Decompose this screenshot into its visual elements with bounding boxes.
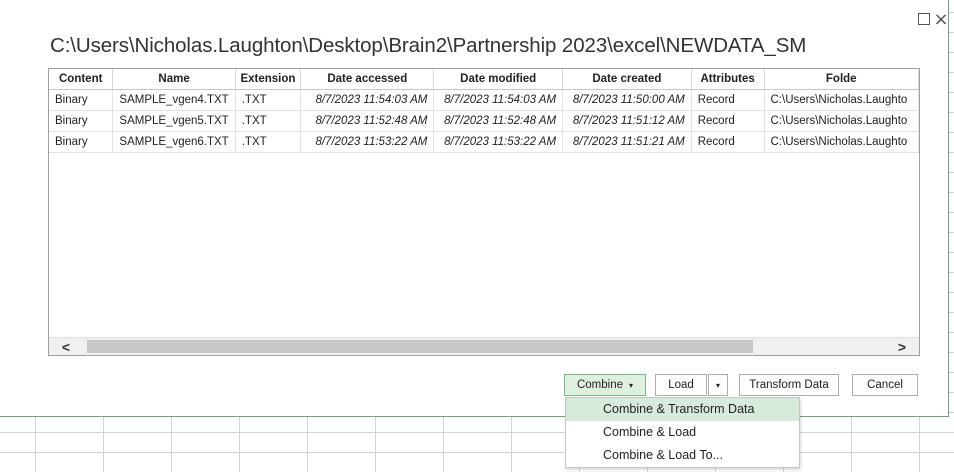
cell-extension: .TXT [235, 89, 302, 111]
column-header-date-created[interactable]: Date created [562, 69, 692, 90]
menu-item-combine-transform[interactable]: Combine & Transform Data [566, 398, 799, 421]
cell-attributes[interactable]: Record [691, 89, 765, 111]
cancel-button-label: Cancel [867, 379, 903, 391]
cell-name: SAMPLE_vgen6.TXT [112, 131, 236, 153]
file-preview-table: Content Name Extension Date accessed Dat… [48, 68, 920, 356]
scrollbar-thumb[interactable] [87, 340, 753, 353]
load-dropdown-button[interactable]: ▾ [708, 374, 728, 396]
column-header-attributes[interactable]: Attributes [691, 69, 765, 90]
maximize-icon [918, 13, 930, 25]
cell-date-modified: 8/7/2023 11:53:22 AM [433, 131, 564, 153]
cell-folder: C:\Users\Nicholas.Laughto [764, 110, 919, 132]
chevron-right-icon: > [897, 338, 907, 355]
close-icon: × [933, 8, 949, 30]
cell-folder: C:\Users\Nicholas.Laughto [764, 131, 919, 153]
table-row[interactable]: Binary SAMPLE_vgen5.TXT .TXT 8/7/2023 11… [49, 110, 919, 132]
cell-folder: C:\Users\Nicholas.Laughto [764, 89, 919, 111]
cell-date-created: 8/7/2023 11:50:00 AM [562, 89, 692, 111]
cell-attributes[interactable]: Record [691, 110, 765, 132]
cell-name: SAMPLE_vgen5.TXT [112, 110, 236, 132]
load-button[interactable]: Load [655, 374, 707, 396]
column-header-date-accessed[interactable]: Date accessed [300, 69, 435, 90]
files-table: Content Name Extension Date accessed Dat… [49, 69, 919, 153]
combine-button[interactable]: Combine ▾ [564, 374, 646, 396]
horizontal-scrollbar[interactable]: < > [49, 337, 919, 355]
cell-extension: .TXT [235, 110, 302, 132]
column-header-date-modified[interactable]: Date modified [433, 69, 564, 90]
cell-extension: .TXT [235, 131, 302, 153]
chevron-down-icon: ▾ [715, 380, 720, 390]
cell-date-created: 8/7/2023 11:51:12 AM [562, 110, 692, 132]
cell-content: Binary [49, 110, 114, 132]
folder-path-title: C:\Users\Nicholas.Laughton\Desktop\Brain… [50, 34, 807, 57]
cell-content: Binary [49, 131, 114, 153]
menu-item-combine-load-to[interactable]: Combine & Load To... [566, 444, 799, 467]
chevron-left-icon: < [61, 338, 71, 355]
table-row[interactable]: Binary SAMPLE_vgen4.TXT .TXT 8/7/2023 11… [49, 89, 919, 111]
transform-data-label: Transform Data [749, 379, 829, 391]
scroll-left-button[interactable]: < [51, 338, 81, 355]
cell-date-modified: 8/7/2023 11:54:03 AM [433, 89, 564, 111]
cell-date-accessed: 8/7/2023 11:53:22 AM [300, 131, 435, 153]
transform-data-button[interactable]: Transform Data [739, 374, 839, 396]
close-button[interactable]: × [932, 8, 950, 30]
table-row[interactable]: Binary SAMPLE_vgen6.TXT .TXT 8/7/2023 11… [49, 131, 919, 153]
column-header-name[interactable]: Name [112, 69, 236, 90]
menu-item-combine-load[interactable]: Combine & Load [566, 421, 799, 444]
cell-date-modified: 8/7/2023 11:52:48 AM [433, 110, 564, 132]
column-header-extension[interactable]: Extension [235, 69, 302, 90]
column-header-folder[interactable]: Folde [764, 69, 919, 90]
cell-attributes[interactable]: Record [691, 131, 765, 153]
cell-date-accessed: 8/7/2023 11:54:03 AM [300, 89, 435, 111]
cell-content: Binary [49, 89, 114, 111]
chevron-down-icon: ▾ [629, 380, 634, 390]
maximize-button[interactable] [915, 10, 933, 28]
navigator-dialog: × C:\Users\Nicholas.Laughton\Desktop\Bra… [0, 0, 949, 417]
load-button-label: Load [668, 379, 694, 391]
scroll-right-button[interactable]: > [887, 338, 917, 355]
table-header-row: Content Name Extension Date accessed Dat… [49, 69, 919, 90]
combine-dropdown-menu: Combine & Transform Data Combine & Load … [565, 397, 800, 468]
combine-button-label: Combine [576, 379, 623, 391]
cell-date-accessed: 8/7/2023 11:52:48 AM [300, 110, 435, 132]
cell-date-created: 8/7/2023 11:51:21 AM [562, 131, 692, 153]
column-header-content[interactable]: Content [49, 69, 114, 90]
cell-name: SAMPLE_vgen4.TXT [112, 89, 236, 111]
cancel-button[interactable]: Cancel [852, 374, 918, 396]
